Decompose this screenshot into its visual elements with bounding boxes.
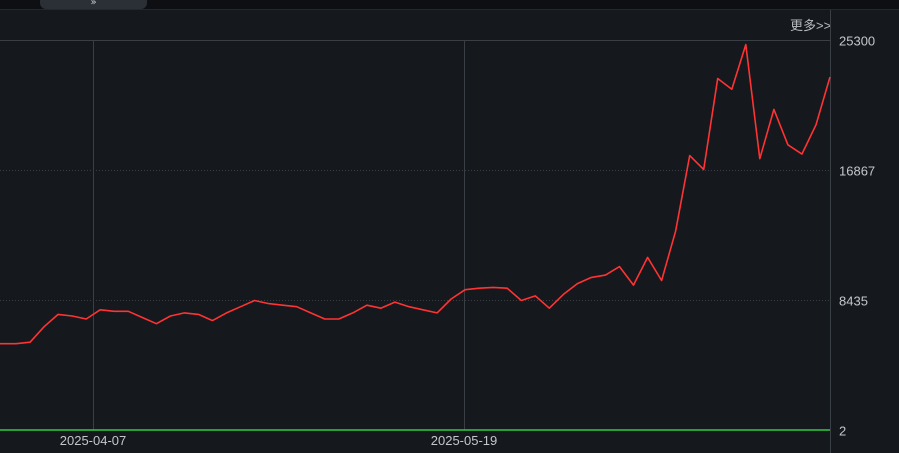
chart-panel: » 更多>> 25300 16867 8435 2 2025-04-07 2025-05-… xyxy=(0,0,899,453)
series-layer xyxy=(0,43,831,431)
y-tick-label: 25300 xyxy=(839,34,875,49)
x-tick-label: 2025-05-19 xyxy=(431,433,498,448)
x-tick-label: 2025-04-07 xyxy=(60,433,127,448)
y-tick-label: 8435 xyxy=(839,294,868,309)
y-tick-label: 2 xyxy=(839,424,846,439)
grid xyxy=(0,10,831,453)
line-chart: 25300 16867 8435 2 2025-04-07 2025-05-19 xyxy=(0,10,875,453)
series-main-line xyxy=(0,43,831,345)
y-tick-label: 16867 xyxy=(839,164,875,179)
